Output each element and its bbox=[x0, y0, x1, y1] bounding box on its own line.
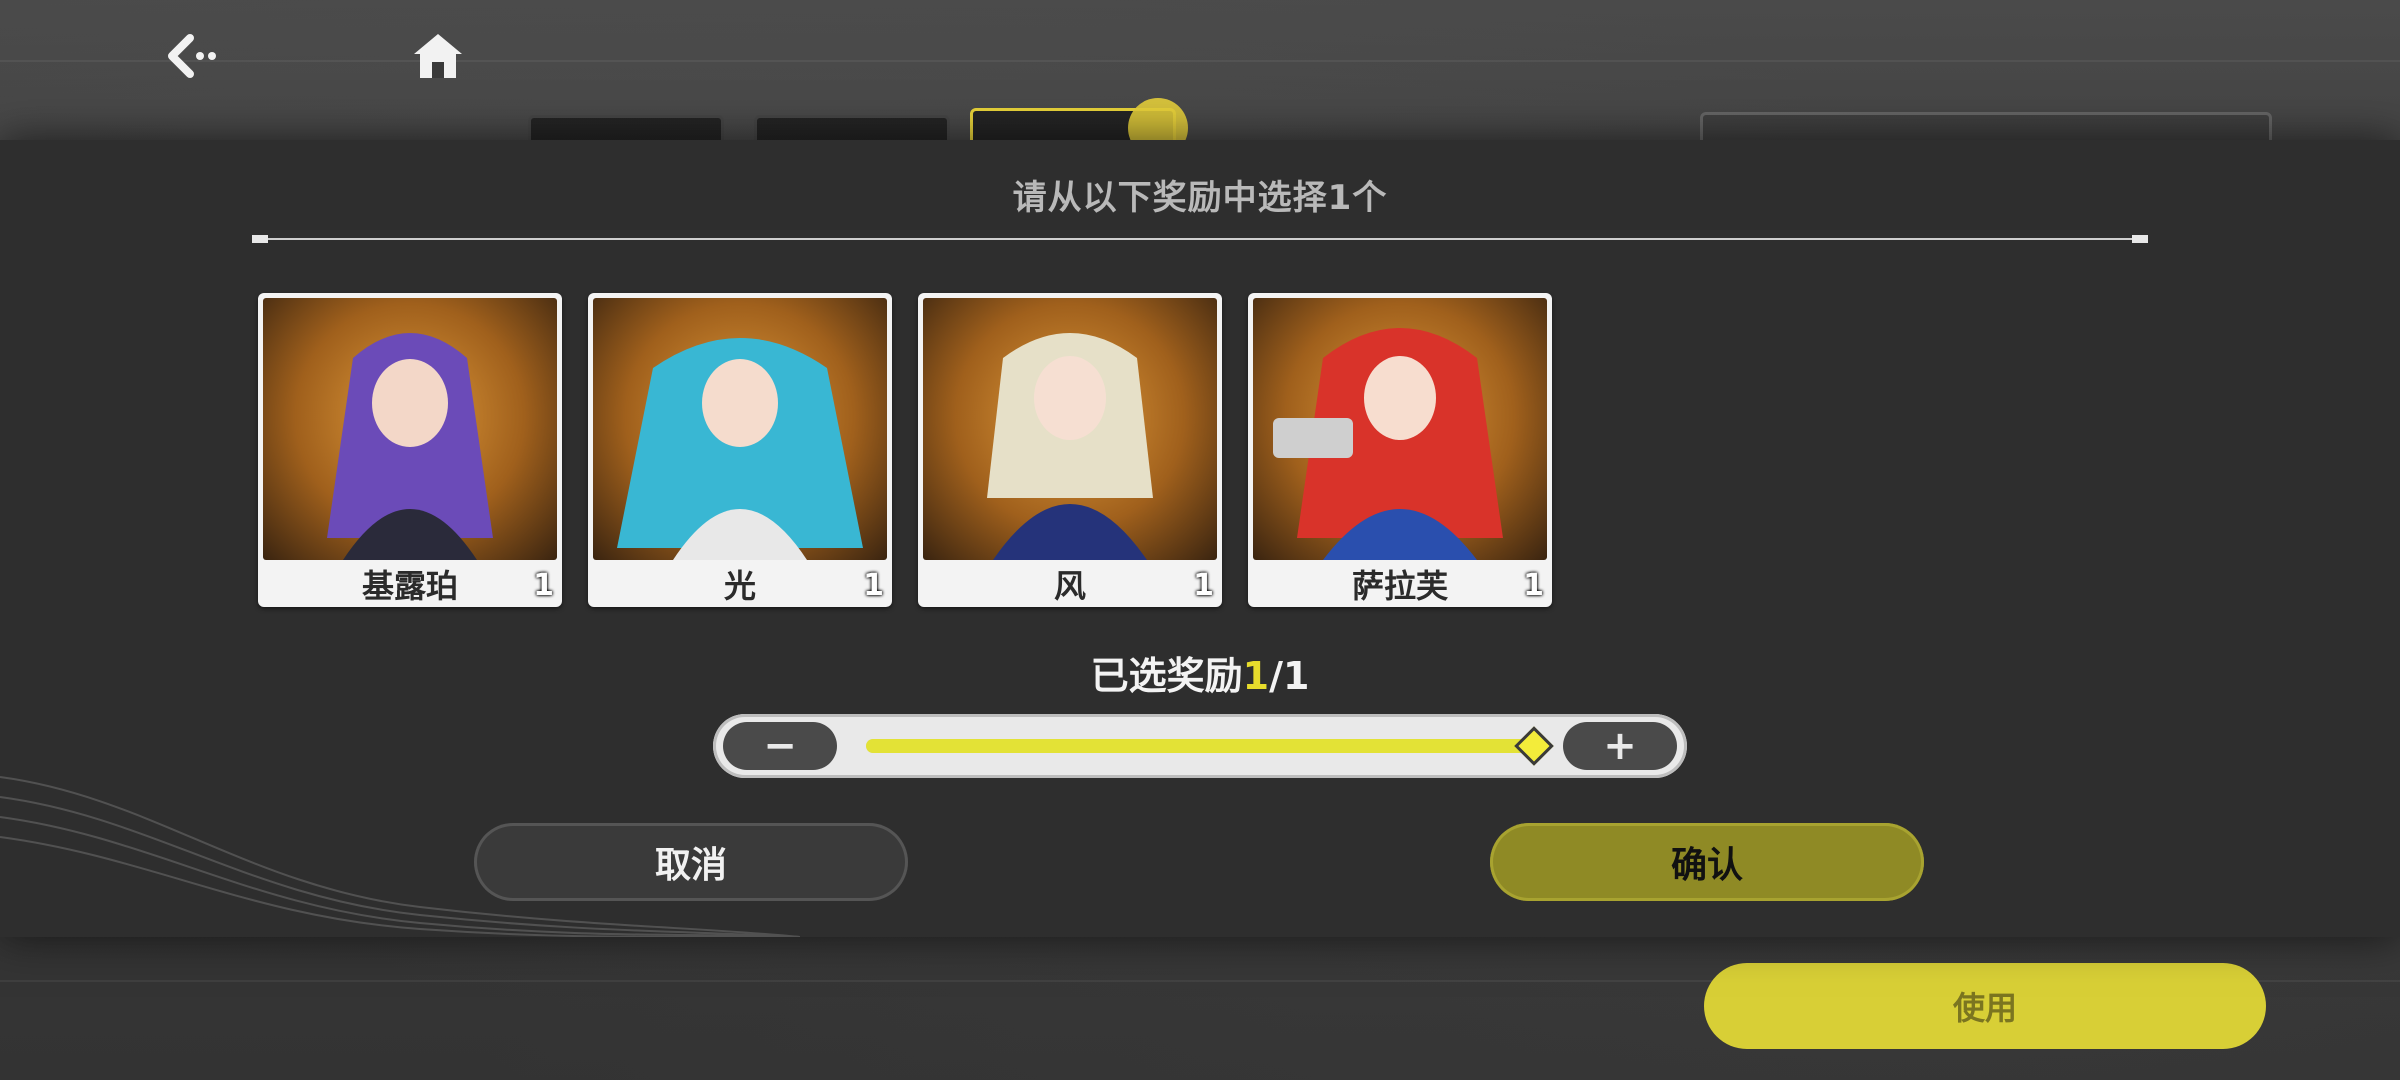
selected-total: 1 bbox=[1282, 654, 1310, 698]
reward-card[interactable]: 1 基露珀 bbox=[258, 293, 562, 607]
quantity-slider: − + bbox=[713, 714, 1687, 778]
home-icon[interactable] bbox=[406, 24, 470, 88]
back-arrow-icon[interactable] bbox=[160, 24, 224, 88]
decrease-button[interactable]: − bbox=[723, 722, 837, 770]
reward-card[interactable]: 1 风 bbox=[918, 293, 1222, 607]
screen: 使用 请从以下奖励中选择1个 1 基露珀 1 光 1 风 1 萨拉芙 已选奖励1… bbox=[0, 0, 2400, 1080]
minus-icon: − bbox=[763, 723, 797, 769]
selected-separator: / bbox=[1269, 654, 1283, 698]
increase-button[interactable]: + bbox=[1563, 722, 1677, 770]
title-divider bbox=[252, 235, 2148, 243]
plus-icon: + bbox=[1603, 723, 1637, 769]
reward-name: 基露珀 bbox=[361, 566, 458, 605]
slider-thumb[interactable] bbox=[1514, 726, 1554, 766]
selected-label: 已选奖励 bbox=[1090, 654, 1243, 698]
reward-name: 风 bbox=[1053, 566, 1086, 605]
slider-track[interactable] bbox=[866, 726, 1554, 766]
reward-card-list: 1 基露珀 1 光 1 风 1 萨拉芙 bbox=[258, 293, 1552, 607]
reward-name: 光 bbox=[723, 566, 756, 605]
character-portrait bbox=[593, 298, 887, 560]
use-button[interactable]: 使用 bbox=[1704, 963, 2266, 1049]
slider-fill bbox=[866, 739, 1534, 753]
reward-name: 萨拉芙 bbox=[1351, 566, 1448, 605]
selected-counter: 已选奖励1/1 bbox=[0, 645, 2400, 700]
confirm-button[interactable]: 确认 bbox=[1490, 823, 1924, 901]
selected-current: 1 bbox=[1242, 654, 1270, 698]
reward-card[interactable]: 1 光 bbox=[588, 293, 892, 607]
dialog-title: 请从以下奖励中选择1个 bbox=[1012, 178, 1388, 218]
reward-select-dialog: 请从以下奖励中选择1个 1 基露珀 1 光 1 风 1 萨拉芙 已选奖励1/1 … bbox=[0, 140, 2400, 937]
cancel-button[interactable]: 取消 bbox=[474, 823, 908, 901]
reward-card[interactable]: 1 萨拉芙 bbox=[1248, 293, 1552, 607]
character-portrait bbox=[263, 298, 557, 560]
character-portrait bbox=[923, 298, 1217, 560]
character-portrait bbox=[1253, 298, 1547, 560]
